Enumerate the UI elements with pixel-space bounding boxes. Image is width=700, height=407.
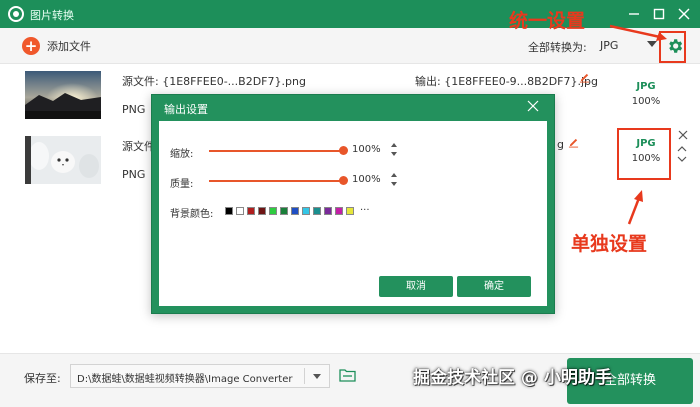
save-path-select[interactable]: D:\数据蛙\数据蛙视频转换器\Image Converter <box>70 364 330 388</box>
toolbar: + 添加文件 全部转换为: JPG <box>0 28 700 64</box>
cancel-button[interactable]: 取消 <box>379 276 453 297</box>
color-swatch[interactable] <box>313 207 321 215</box>
quality-value: 100% <box>352 174 381 185</box>
decrement-icon[interactable] <box>391 182 397 186</box>
add-file-button[interactable]: + 添加文件 <box>22 36 91 56</box>
background-color-label: 背景颜色: <box>170 209 214 220</box>
close-icon <box>678 8 690 20</box>
zoom-value: 100% <box>352 144 381 155</box>
source-file-name: 源文件: {1E8FFEE0-...B2DF7}.png <box>122 75 306 88</box>
source-format: PNG <box>122 103 146 116</box>
decrement-icon[interactable] <box>391 152 397 156</box>
add-file-label: 添加文件 <box>47 40 91 53</box>
quality-slider-track <box>209 180 343 182</box>
title-bar: 图片转换 <box>0 0 700 28</box>
color-swatch[interactable] <box>247 207 255 215</box>
source-format: PNG <box>122 168 146 181</box>
file-thumbnail <box>25 71 101 119</box>
zoom-label: 缩放: <box>170 149 194 160</box>
unified-setting-annotation: 统一设置 <box>509 10 586 32</box>
convert-all-label: 全部转换为: <box>528 41 587 54</box>
annotation-arrow-icon <box>609 24 667 41</box>
zoom-stepper[interactable]: 100% <box>348 141 400 159</box>
output-format-badge[interactable]: JPG 100% <box>617 73 675 119</box>
background-color-swatches: ··· <box>225 206 370 216</box>
annotation-arrow-icon <box>627 190 643 225</box>
color-swatch[interactable] <box>335 207 343 215</box>
close-icon[interactable] <box>526 99 540 113</box>
app-logo-icon <box>8 6 24 22</box>
quality-slider[interactable] <box>209 176 348 186</box>
quality-label: 质量: <box>170 179 194 190</box>
zoom-slider-handle[interactable] <box>339 146 348 155</box>
window-title: 图片转换 <box>30 9 74 22</box>
remove-file-icon[interactable] <box>678 130 688 140</box>
color-swatch[interactable] <box>302 207 310 215</box>
file-thumbnail <box>25 136 101 184</box>
more-colors-button[interactable]: ··· <box>360 206 370 216</box>
color-swatch[interactable] <box>346 207 354 215</box>
output-file-name: g <box>557 138 564 151</box>
color-swatch[interactable] <box>280 207 288 215</box>
expand-arrows-icon[interactable] <box>677 145 687 165</box>
watermark: 掘金技术社区 @ 小明助手 <box>413 368 612 388</box>
color-swatch[interactable] <box>258 207 266 215</box>
zoom-slider[interactable] <box>209 146 348 156</box>
confirm-button[interactable]: 确定 <box>457 276 531 297</box>
single-setting-highlight <box>617 128 671 180</box>
color-swatch[interactable] <box>236 207 244 215</box>
color-swatch[interactable] <box>269 207 277 215</box>
output-format: JPG <box>636 81 656 92</box>
dialog-body: 缩放: 100% 质量: 100% 背景颜色: ··· 取消 确定 <box>159 121 547 306</box>
color-swatch[interactable] <box>324 207 332 215</box>
save-to-label: 保存至: <box>24 372 61 385</box>
output-quality: 100% <box>631 96 661 107</box>
color-swatch[interactable] <box>291 207 299 215</box>
dialog-title: 输出设置 <box>164 103 208 116</box>
quality-slider-handle[interactable] <box>339 176 348 185</box>
quality-stepper[interactable]: 100% <box>348 171 400 189</box>
zoom-slider-track <box>209 150 343 152</box>
open-folder-icon[interactable] <box>339 368 356 382</box>
divider <box>304 368 305 384</box>
output-file-name: 输出: {1E8FFEE0-9...8B2DF7}.jpg <box>415 75 599 88</box>
close-button[interactable] <box>674 4 694 24</box>
color-swatch[interactable] <box>225 207 233 215</box>
output-settings-dialog: 输出设置 缩放: 100% 质量: 100% 背景颜色: ··· 取消 确定 <box>151 94 555 314</box>
chevron-down-icon <box>313 374 321 379</box>
single-setting-annotation: 单独设置 <box>571 233 648 255</box>
increment-icon[interactable] <box>391 173 397 177</box>
plus-icon: + <box>22 37 40 55</box>
increment-icon[interactable] <box>391 143 397 147</box>
edit-pencil-icon[interactable] <box>579 72 590 83</box>
edit-pencil-icon[interactable] <box>568 137 579 148</box>
save-path-value: D:\数据蛙\数据蛙视频转换器\Image Converter <box>77 374 293 385</box>
